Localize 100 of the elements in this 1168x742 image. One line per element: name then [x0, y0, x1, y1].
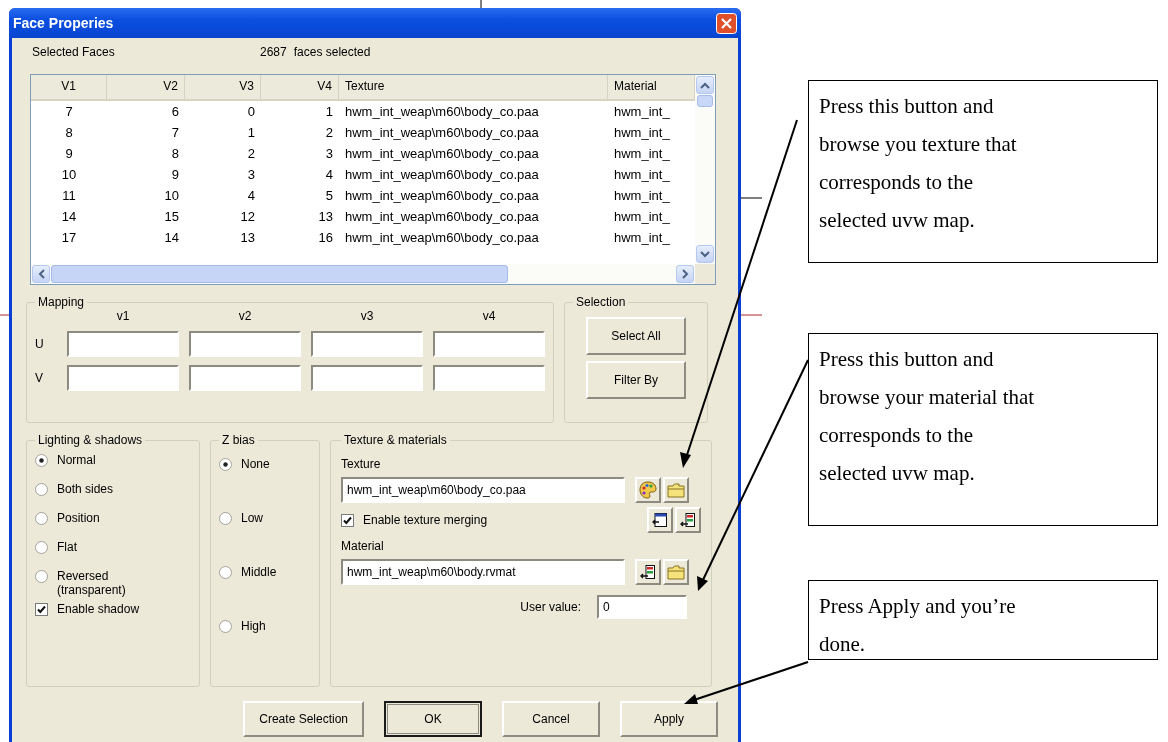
column-header[interactable]: V1 — [31, 75, 107, 101]
push-button[interactable]: OK — [384, 701, 482, 737]
table-cell-text: 6 — [170, 103, 180, 121]
palette-button[interactable] — [635, 477, 661, 503]
radio-button[interactable] — [219, 620, 232, 633]
radio-button[interactable] — [219, 458, 232, 471]
material-field[interactable]: hwm_int_weap\m60\body.rvmat — [341, 559, 625, 585]
group-title: Texture & materials — [343, 433, 448, 447]
list-arrow-button[interactable] — [635, 559, 661, 585]
list-arrow-button[interactable] — [675, 507, 701, 533]
table-cell-text: 10 — [163, 187, 180, 205]
callout-text: Press this button and browse your material that corresponds to the selected uvw map. — [819, 346, 1035, 487]
table-cell-text: hwm_int_weap\m60\body_co.paa — [344, 145, 540, 163]
close-icon[interactable] — [716, 12, 737, 34]
table-cell-text: 5 — [324, 187, 334, 205]
radio-label: Low — [241, 511, 263, 525]
table-cell-text: 17 — [60, 229, 78, 247]
scroll-down-icon[interactable] — [700, 250, 710, 258]
selected-faces-label: Selected Faces — [32, 45, 116, 59]
column-header[interactable]: V3 — [185, 75, 261, 101]
scroll-right-icon[interactable] — [681, 269, 689, 279]
column-label: v3 — [359, 309, 375, 323]
callout-text: Press Apply and you’re done. — [819, 593, 1017, 658]
input-field[interactable] — [67, 365, 179, 391]
radio-button[interactable] — [35, 541, 48, 554]
radio-button[interactable] — [219, 566, 232, 579]
push-button[interactable]: Apply — [620, 701, 718, 737]
table-cell-text: 16 — [317, 229, 334, 247]
row-label: V — [35, 371, 44, 385]
column-label: v4 — [481, 309, 497, 323]
table-cell-text: 9 — [170, 166, 180, 184]
radio-button[interactable] — [35, 512, 48, 525]
table-cell-text: hwm_int_ — [613, 187, 671, 205]
push-button[interactable]: Cancel — [502, 701, 600, 737]
radio-label: Flat — [57, 540, 78, 554]
column-label: v2 — [237, 309, 253, 323]
horizontal-scrollbar[interactable] — [31, 264, 715, 284]
table-cell-text: 2 — [324, 124, 334, 142]
scroll-up-icon[interactable] — [700, 81, 710, 89]
user-value-field[interactable]: 0 — [597, 595, 687, 619]
radio-button[interactable] — [35, 483, 48, 496]
table-cell-text: hwm_int_ — [613, 208, 671, 226]
radio-label: Middle — [241, 565, 277, 579]
table-cell-text: 1 — [246, 124, 256, 142]
table-cell-text: hwm_int_weap\m60\body_co.paa — [344, 208, 540, 226]
list-arrow-icon — [640, 564, 656, 580]
group-title: Mapping — [37, 295, 86, 309]
table-cell-text: 1 — [324, 103, 334, 121]
input-field[interactable] — [311, 331, 423, 357]
radio-label: High — [241, 619, 266, 633]
table-cell-text: 3 — [324, 145, 334, 163]
input-field[interactable] — [311, 365, 423, 391]
field-label: Material — [341, 539, 385, 555]
scroll-left-icon[interactable] — [37, 269, 45, 279]
radio-label: Reversed (transparent) — [57, 569, 127, 597]
column-header[interactable]: Texture — [339, 75, 608, 101]
table-cell-text: 13 — [239, 229, 256, 247]
window-arrow-button[interactable] — [647, 507, 673, 533]
push-button[interactable]: Create Selection — [243, 701, 364, 737]
faces-selected-label: faces selected — [293, 45, 371, 59]
table-cell-text: hwm_int_ — [613, 103, 671, 121]
table-cell-text: hwm_int_ — [613, 229, 671, 247]
input-field[interactable] — [189, 331, 301, 357]
radio-button[interactable] — [35, 570, 48, 583]
table-cell-text: 12 — [239, 208, 256, 226]
push-button[interactable]: Filter By — [586, 361, 686, 399]
input-field[interactable] — [433, 365, 545, 391]
window-title: Face Properies — [13, 15, 114, 31]
user-value-label: User value: — [520, 600, 581, 614]
checkbox-label: Enable shadow — [57, 602, 140, 616]
column-header[interactable]: V2 — [107, 75, 185, 101]
scroll-thumb[interactable] — [51, 265, 508, 283]
folder-icon — [667, 482, 685, 498]
group-title: Z bias — [221, 433, 256, 447]
scroll-thumb[interactable] — [697, 95, 713, 107]
column-header[interactable]: V4 — [261, 75, 339, 101]
radio-label: Position — [57, 511, 101, 525]
radio-button[interactable] — [219, 512, 232, 525]
column-header[interactable]: Material — [608, 75, 695, 101]
radio-label: Normal — [57, 453, 97, 467]
table-cell-text: hwm_int_weap\m60\body_co.paa — [344, 166, 540, 184]
table-cell-text: 4 — [324, 166, 334, 184]
table-cell-text: 3 — [246, 166, 256, 184]
table-cell-text: hwm_int_weap\m60\body_co.paa — [344, 103, 540, 121]
checkbox[interactable] — [35, 602, 48, 616]
push-button[interactable]: Select All — [586, 317, 686, 355]
vertical-scrollbar[interactable] — [695, 75, 715, 264]
texture-field[interactable]: hwm_int_weap\m60\body_co.paa — [341, 477, 625, 503]
input-field[interactable] — [67, 331, 179, 357]
radio-label: Both sides — [57, 482, 115, 496]
input-field[interactable] — [189, 365, 301, 391]
table-cell-text: 7 — [170, 124, 180, 142]
table-cell-text: 2 — [246, 145, 256, 163]
field-label: Texture — [341, 457, 382, 473]
checkbox[interactable] — [341, 513, 354, 527]
radio-button[interactable] — [35, 454, 48, 467]
input-field[interactable] — [433, 331, 545, 357]
radio-label: None — [241, 457, 270, 471]
table-cell-text: hwm_int_ — [613, 166, 671, 184]
face-count: 2687 — [260, 45, 287, 59]
